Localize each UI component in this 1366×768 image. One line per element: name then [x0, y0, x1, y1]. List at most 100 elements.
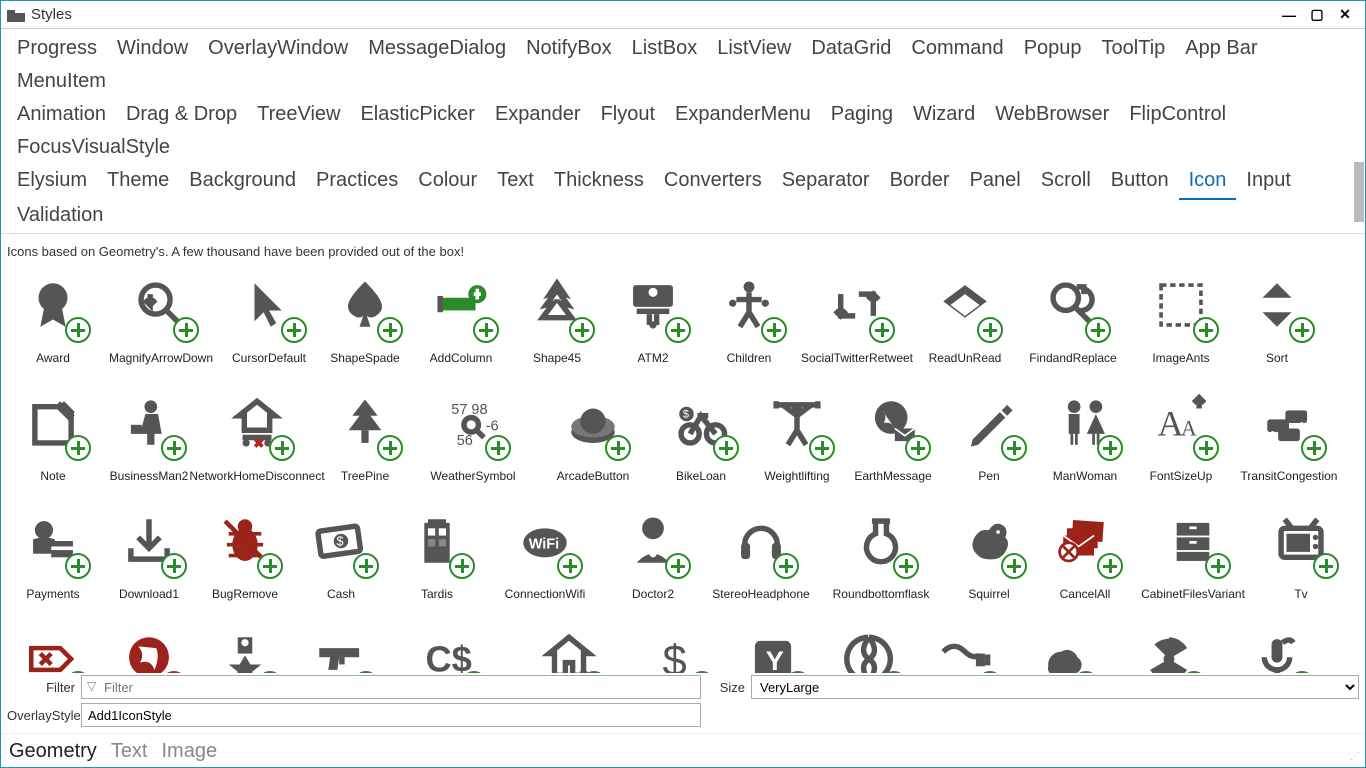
icon-item-note[interactable]: Note: [5, 381, 101, 497]
icon-item-networkhomedisconnect[interactable]: NetworkHomeDisconnect: [197, 381, 317, 497]
tab-expander[interactable]: Expander: [485, 99, 591, 132]
tab-button[interactable]: Button: [1101, 165, 1179, 200]
close-button[interactable]: ✕: [1331, 1, 1359, 28]
icon-item-cancelall[interactable]: CancelAll: [1037, 499, 1133, 615]
tab-border[interactable]: Border: [880, 165, 960, 200]
tab-listbox[interactable]: ListBox: [622, 33, 708, 66]
icon-item-squirrel[interactable]: Squirrel: [941, 499, 1037, 615]
tab-menuitem[interactable]: MenuItem: [7, 66, 116, 99]
icon-item-businessman2[interactable]: BusinessMan2: [101, 381, 197, 497]
icon-item-imageants[interactable]: ImageAnts: [1133, 263, 1229, 379]
tab-focusvisualstyle[interactable]: FocusVisualStyle: [7, 132, 180, 165]
tab-text[interactable]: Text: [487, 165, 544, 200]
tab-validation[interactable]: Validation: [7, 200, 113, 233]
tab-progress[interactable]: Progress: [7, 33, 107, 66]
icon-item-award[interactable]: Award: [5, 263, 101, 379]
resize-grip[interactable]: ⋰: [1350, 752, 1362, 764]
tab-theme[interactable]: Theme: [97, 165, 179, 200]
icon-item-homevariantleave[interactable]: HomeVariantLeave: [509, 617, 629, 673]
tab-expandermenu[interactable]: ExpanderMenu: [665, 99, 821, 132]
overlaystyle-input[interactable]: [81, 703, 701, 727]
icon-item-weathersymbol[interactable]: 57 98-656WeatherSymbol: [413, 381, 533, 497]
scrollbar-thumb[interactable]: [1354, 162, 1364, 222]
icon-item-arcadebutton[interactable]: ArcadeButton: [533, 381, 653, 497]
icon-item-amount[interactable]: $Amount: [629, 617, 725, 673]
icon-item-bugremove[interactable]: BugRemove: [197, 499, 293, 615]
icon-item-readunread[interactable]: ReadUnRead: [917, 263, 1013, 379]
icon-item-sort[interactable]: Sort: [1229, 263, 1325, 379]
tab-flipcontrol[interactable]: FlipControl: [1119, 99, 1236, 132]
icon-item-earthdelete[interactable]: EarthDelete: [101, 617, 197, 673]
tab-flyout[interactable]: Flyout: [591, 99, 665, 132]
maximize-button[interactable]: ▢: [1303, 1, 1331, 28]
minimize-button[interactable]: —: [1275, 1, 1303, 28]
icon-item-download1[interactable]: Download1: [101, 499, 197, 615]
tab-thickness[interactable]: Thickness: [544, 165, 654, 200]
icon-item-mobileme[interactable]: MobileMe: [1013, 617, 1109, 673]
tab-scroll[interactable]: Scroll: [1031, 165, 1101, 200]
icon-item-clear[interactable]: Clear: [5, 617, 101, 673]
tab-paging[interactable]: Paging: [821, 99, 903, 132]
bottom-tab-geometry[interactable]: Geometry: [9, 740, 97, 763]
icon-item-plugin[interactable]: PlugIn: [917, 617, 1013, 673]
icon-item-shapespade[interactable]: ShapeSpade: [317, 263, 413, 379]
size-select[interactable]: VeryLarge: [751, 675, 1359, 699]
tab-tooltip[interactable]: ToolTip: [1092, 33, 1176, 66]
icon-item-cash[interactable]: $Cash: [293, 499, 389, 615]
tab-popup[interactable]: Popup: [1014, 33, 1092, 66]
tab-window[interactable]: Window: [107, 33, 198, 66]
icon-item-fontsizeup[interactable]: AAFontSizeUp: [1133, 381, 1229, 497]
filter-input[interactable]: [81, 675, 701, 699]
icon-item-cursordefault[interactable]: CursorDefault: [221, 263, 317, 379]
bottom-tab-image[interactable]: Image: [162, 740, 218, 763]
icon-item-stereoheadphone[interactable]: StereoHeadphone: [701, 499, 821, 615]
icon-item-earthmessage[interactable]: EarthMessage: [845, 381, 941, 497]
icon-item-doctor2[interactable]: Doctor2: [605, 499, 701, 615]
icon-item-treepine[interactable]: TreePine: [317, 381, 413, 497]
tab-icon[interactable]: Icon: [1179, 165, 1237, 200]
tab-treeview[interactable]: TreeView: [247, 99, 350, 132]
icon-item-manwoman[interactable]: ManWoman: [1037, 381, 1133, 497]
tab-input[interactable]: Input: [1236, 165, 1300, 200]
icon-item-nicaraguancordoba[interactable]: C$NicaraguanCordoba: [389, 617, 509, 673]
icon-item-cabinetfilesvariant[interactable]: CabinetFilesVariant: [1133, 499, 1253, 615]
tab-elysium[interactable]: Elysium: [7, 165, 97, 200]
tab-drag-drop[interactable]: Drag & Drop: [116, 99, 247, 132]
tab-background[interactable]: Background: [179, 165, 306, 200]
tab-webbrowser[interactable]: WebBrowser: [985, 99, 1119, 132]
tab-command[interactable]: Command: [901, 33, 1013, 66]
tab-datagrid[interactable]: DataGrid: [801, 33, 901, 66]
icon-item-pen[interactable]: Pen: [941, 381, 1037, 497]
icon-item-socialtwitterretweet[interactable]: SocialTwitterRetweet: [797, 263, 917, 379]
tab-listview[interactable]: ListView: [707, 33, 801, 66]
icon-item-connectionwifi[interactable]: WiFiConnectionWifi: [485, 499, 605, 615]
icon-item-shape41[interactable]: Shape41: [821, 617, 917, 673]
tab-animation[interactable]: Animation: [7, 99, 116, 132]
tab-overlaywindow[interactable]: OverlayWindow: [198, 33, 358, 66]
icon-item-children[interactable]: Children: [701, 263, 797, 379]
tab-wizard[interactable]: Wizard: [903, 99, 985, 132]
icon-item-magnifyarrowdown[interactable]: MagnifyArrowDown: [101, 263, 221, 379]
icon-item-tardis[interactable]: Tardis: [389, 499, 485, 615]
tab-colour[interactable]: Colour: [408, 165, 487, 200]
tab-messagedialog[interactable]: MessageDialog: [358, 33, 516, 66]
titlebar[interactable]: Styles — ▢ ✕: [1, 1, 1365, 29]
icon-item-roundbottomflask[interactable]: Roundbottomflask: [821, 499, 941, 615]
tab-practices[interactable]: Practices: [306, 165, 408, 200]
icon-item-militarymedal[interactable]: MilitaryMedal: [197, 617, 293, 673]
icon-item-tv[interactable]: Tv: [1253, 499, 1349, 615]
icon-item-transitcongestion[interactable]: TransitCongestion: [1229, 381, 1349, 497]
tab-notifybox[interactable]: NotifyBox: [516, 33, 622, 66]
tab-converters[interactable]: Converters: [654, 165, 772, 200]
icon-item-payments[interactable]: Payments: [5, 499, 101, 615]
tab-elasticpicker[interactable]: ElasticPicker: [350, 99, 484, 132]
icon-item-bikeloan[interactable]: $BikeLoan: [653, 381, 749, 497]
tab-panel[interactable]: Panel: [960, 165, 1031, 200]
tab-app-bar[interactable]: App Bar: [1175, 33, 1267, 66]
icon-item-atm2[interactable]: ATM2: [605, 263, 701, 379]
icon-item-findandreplace[interactable]: FindandReplace: [1013, 263, 1133, 379]
icon-item-weightlifting[interactable]: Weightlifting: [749, 381, 845, 497]
bottom-tab-text[interactable]: Text: [111, 740, 148, 763]
icon-item-shape45[interactable]: Shape45: [509, 263, 605, 379]
icon-item-gun[interactable]: Gun: [293, 617, 389, 673]
